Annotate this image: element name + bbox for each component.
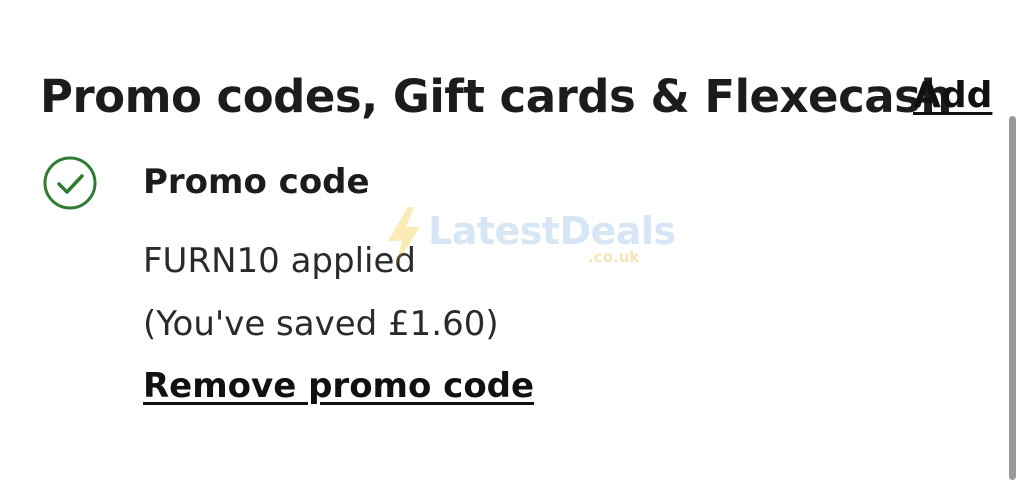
remove-promo-code-link[interactable]: Remove promo code (143, 362, 534, 410)
promo-applied-text: FURN10 applied (143, 241, 416, 281)
check-circle-icon (42, 155, 98, 211)
add-button[interactable]: Add (913, 72, 992, 120)
watermark-brand: LatestDeals (428, 209, 676, 253)
promo-saved-text: (You've saved £1.60) (143, 304, 499, 344)
promo-code-heading: Promo code (143, 162, 370, 202)
section-title: Promo codes, Gift cards & Flexecash (40, 70, 952, 123)
latestdeals-watermark: LatestDeals .co.uk (384, 205, 676, 271)
watermark-domain: .co.uk (588, 248, 640, 266)
scrollbar[interactable] (1009, 116, 1016, 480)
promo-section: Promo codes, Gift cards & Flexecash Add … (0, 0, 1024, 480)
